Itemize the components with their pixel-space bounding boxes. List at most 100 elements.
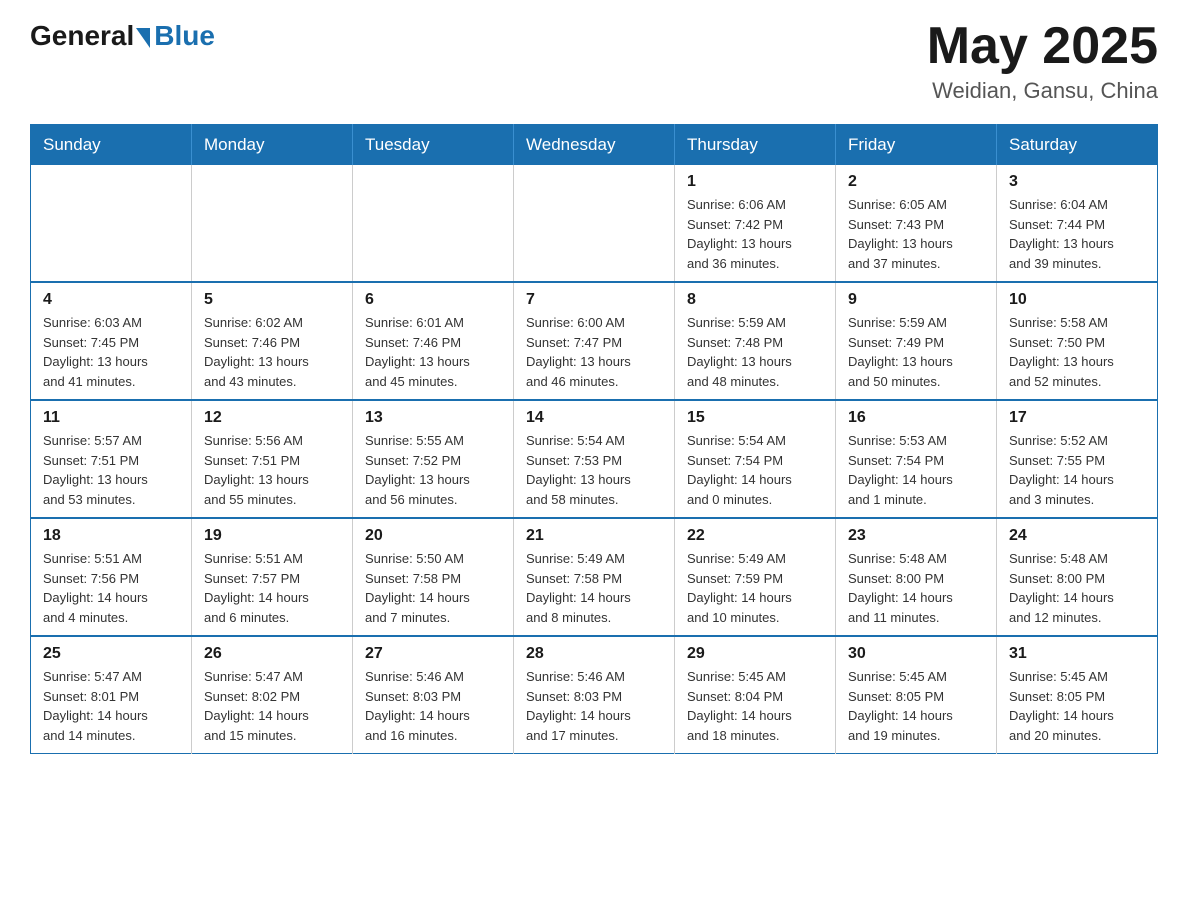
title-block: May 2025 Weidian, Gansu, China (927, 20, 1158, 104)
day-number: 27 (365, 645, 501, 663)
calendar-cell: 5Sunrise: 6:02 AMSunset: 7:46 PMDaylight… (192, 282, 353, 400)
day-info: Sunrise: 5:59 AMSunset: 7:49 PMDaylight:… (848, 313, 984, 391)
calendar-week-row: 25Sunrise: 5:47 AMSunset: 8:01 PMDayligh… (31, 636, 1158, 754)
day-number: 1 (687, 173, 823, 191)
calendar-week-row: 4 Sunrise: 6:03 AMSunset: 7:45 PMDaylight… (31, 282, 1158, 400)
day-info: Sunrise: 5:55 AMSunset: 7:52 PMDaylight:… (365, 431, 501, 509)
day-number: 25 (43, 645, 179, 663)
day-of-week-header: Monday (192, 125, 353, 166)
calendar-cell: 12 Sunrise: 5:56 AMSunset: 7:51 PMDayligh… (192, 400, 353, 518)
calendar-week-row: 1Sunrise: 6:06 AMSunset: 7:42 PMDaylight… (31, 165, 1158, 282)
day-info: Sunrise: 5:46 AMSunset: 8:03 PMDaylight:… (365, 667, 501, 745)
calendar-cell: 4 Sunrise: 6:03 AMSunset: 7:45 PMDaylight… (31, 282, 192, 400)
day-number: 16 (848, 409, 984, 427)
day-info: Sunrise: 5:53 AMSunset: 7:54 PMDaylight:… (848, 431, 984, 509)
day-info: Sunrise: 5:49 AMSunset: 7:58 PMDaylight:… (526, 549, 662, 627)
day-number: 24 (1009, 527, 1145, 545)
calendar-title: May 2025 (927, 20, 1158, 72)
calendar-cell: 24Sunrise: 5:48 AMSunset: 8:00 PMDayligh… (997, 518, 1158, 636)
logo: General Blue (30, 20, 215, 52)
calendar-cell: 29 Sunrise: 5:45 AMSunset: 8:04 PMDayligh… (675, 636, 836, 754)
day-number: 10 (1009, 291, 1145, 309)
day-info: Sunrise: 5:52 AMSunset: 7:55 PMDaylight:… (1009, 431, 1145, 509)
calendar-cell: 7 Sunrise: 6:00 AMSunset: 7:47 PMDaylight… (514, 282, 675, 400)
day-number: 30 (848, 645, 984, 663)
page-header: General Blue May 2025 Weidian, Gansu, Ch… (30, 20, 1158, 104)
day-number: 20 (365, 527, 501, 545)
day-number: 13 (365, 409, 501, 427)
day-info: Sunrise: 6:04 AMSunset: 7:44 PMDaylight:… (1009, 195, 1145, 273)
calendar-cell (31, 165, 192, 282)
calendar-cell: 20Sunrise: 5:50 AMSunset: 7:58 PMDayligh… (353, 518, 514, 636)
day-number: 21 (526, 527, 662, 545)
day-number: 11 (43, 409, 179, 427)
day-number: 7 (526, 291, 662, 309)
day-number: 9 (848, 291, 984, 309)
day-info: Sunrise: 5:54 AMSunset: 7:53 PMDaylight:… (526, 431, 662, 509)
calendar-cell (514, 165, 675, 282)
calendar-cell: 15 Sunrise: 5:54 AMSunset: 7:54 PMDayligh… (675, 400, 836, 518)
day-number: 31 (1009, 645, 1145, 663)
day-of-week-header: Wednesday (514, 125, 675, 166)
day-number: 3 (1009, 173, 1145, 191)
day-number: 4 (43, 291, 179, 309)
calendar-cell: 9 Sunrise: 5:59 AMSunset: 7:49 PMDaylight… (836, 282, 997, 400)
day-info: Sunrise: 5:57 AMSunset: 7:51 PMDaylight:… (43, 431, 179, 509)
day-info: Sunrise: 6:05 AMSunset: 7:43 PMDaylight:… (848, 195, 984, 273)
day-number: 28 (526, 645, 662, 663)
day-info: Sunrise: 5:45 AMSunset: 8:05 PMDaylight:… (1009, 667, 1145, 745)
logo-triangle-icon (136, 28, 150, 48)
day-number: 15 (687, 409, 823, 427)
calendar-header-row: SundayMondayTuesdayWednesdayThursdayFrid… (31, 125, 1158, 166)
calendar-cell: 13 Sunrise: 5:55 AMSunset: 7:52 PMDayligh… (353, 400, 514, 518)
day-info: Sunrise: 6:01 AMSunset: 7:46 PMDaylight:… (365, 313, 501, 391)
calendar-cell: 25Sunrise: 5:47 AMSunset: 8:01 PMDayligh… (31, 636, 192, 754)
day-info: Sunrise: 5:54 AMSunset: 7:54 PMDaylight:… (687, 431, 823, 509)
day-of-week-header: Saturday (997, 125, 1158, 166)
calendar-cell: 30 Sunrise: 5:45 AMSunset: 8:05 PMDayligh… (836, 636, 997, 754)
calendar-week-row: 18 Sunrise: 5:51 AMSunset: 7:56 PMDayligh… (31, 518, 1158, 636)
calendar-cell: 17 Sunrise: 5:52 AMSunset: 7:55 PMDayligh… (997, 400, 1158, 518)
day-of-week-header: Thursday (675, 125, 836, 166)
day-number: 18 (43, 527, 179, 545)
day-info: Sunrise: 5:49 AMSunset: 7:59 PMDaylight:… (687, 549, 823, 627)
calendar-cell: 19Sunrise: 5:51 AMSunset: 7:57 PMDayligh… (192, 518, 353, 636)
day-info: Sunrise: 6:00 AMSunset: 7:47 PMDaylight:… (526, 313, 662, 391)
day-number: 8 (687, 291, 823, 309)
day-number: 6 (365, 291, 501, 309)
day-info: Sunrise: 5:58 AMSunset: 7:50 PMDaylight:… (1009, 313, 1145, 391)
calendar-week-row: 11 Sunrise: 5:57 AMSunset: 7:51 PMDayligh… (31, 400, 1158, 518)
calendar-cell: 2 Sunrise: 6:05 AMSunset: 7:43 PMDaylight… (836, 165, 997, 282)
day-info: Sunrise: 5:56 AMSunset: 7:51 PMDaylight:… (204, 431, 340, 509)
day-info: Sunrise: 5:51 AMSunset: 7:56 PMDaylight:… (43, 549, 179, 627)
day-of-week-header: Tuesday (353, 125, 514, 166)
day-info: Sunrise: 5:59 AMSunset: 7:48 PMDaylight:… (687, 313, 823, 391)
calendar-cell: 27 Sunrise: 5:46 AMSunset: 8:03 PMDayligh… (353, 636, 514, 754)
day-number: 17 (1009, 409, 1145, 427)
calendar-cell: 18 Sunrise: 5:51 AMSunset: 7:56 PMDayligh… (31, 518, 192, 636)
day-info: Sunrise: 6:02 AMSunset: 7:46 PMDaylight:… (204, 313, 340, 391)
day-info: Sunrise: 5:45 AMSunset: 8:05 PMDaylight:… (848, 667, 984, 745)
day-number: 19 (204, 527, 340, 545)
calendar-cell: 22Sunrise: 5:49 AMSunset: 7:59 PMDayligh… (675, 518, 836, 636)
day-info: Sunrise: 5:45 AMSunset: 8:04 PMDaylight:… (687, 667, 823, 745)
calendar-cell: 3 Sunrise: 6:04 AMSunset: 7:44 PMDaylight… (997, 165, 1158, 282)
calendar-cell: 31 Sunrise: 5:45 AMSunset: 8:05 PMDayligh… (997, 636, 1158, 754)
calendar-cell: 28 Sunrise: 5:46 AMSunset: 8:03 PMDayligh… (514, 636, 675, 754)
day-number: 12 (204, 409, 340, 427)
day-number: 2 (848, 173, 984, 191)
day-number: 29 (687, 645, 823, 663)
day-number: 26 (204, 645, 340, 663)
day-of-week-header: Friday (836, 125, 997, 166)
day-info: Sunrise: 5:48 AMSunset: 8:00 PMDaylight:… (848, 549, 984, 627)
calendar-table: SundayMondayTuesdayWednesdayThursdayFrid… (30, 124, 1158, 754)
logo-blue-text: Blue (154, 20, 215, 52)
day-number: 23 (848, 527, 984, 545)
logo-general-text: General (30, 20, 134, 52)
day-of-week-header: Sunday (31, 125, 192, 166)
calendar-cell: 23 Sunrise: 5:48 AMSunset: 8:00 PMDayligh… (836, 518, 997, 636)
day-info: Sunrise: 6:03 AMSunset: 7:45 PMDaylight:… (43, 313, 179, 391)
day-info: Sunrise: 5:47 AMSunset: 8:02 PMDaylight:… (204, 667, 340, 745)
day-info: Sunrise: 5:46 AMSunset: 8:03 PMDaylight:… (526, 667, 662, 745)
calendar-cell: 26 Sunrise: 5:47 AMSunset: 8:02 PMDayligh… (192, 636, 353, 754)
